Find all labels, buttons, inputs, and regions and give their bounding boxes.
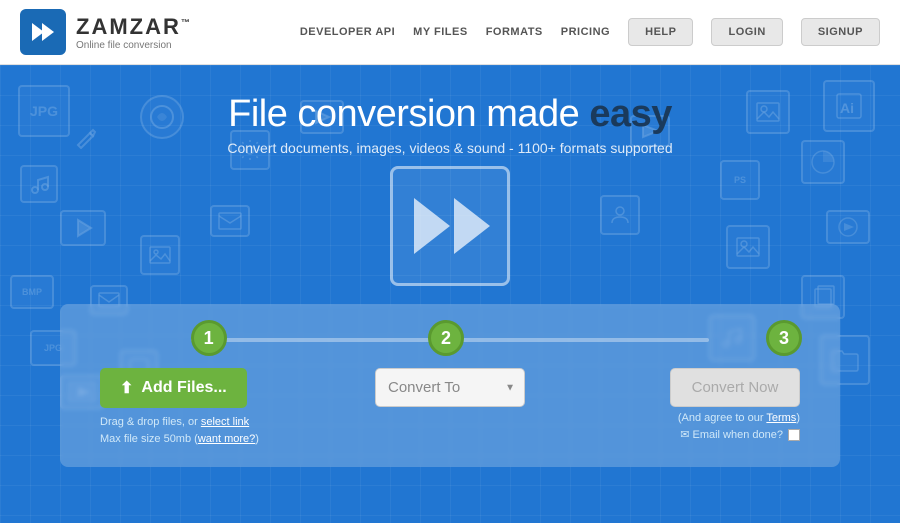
email-note: ✉ Email when done? — [680, 428, 800, 441]
logo-area: ZAMZAR™ Online file conversion — [20, 9, 192, 55]
login-button[interactable]: LOGIN — [711, 18, 782, 46]
header: ZAMZAR™ Online file conversion DEVELOPER… — [0, 0, 900, 65]
nav-my-files[interactable]: MY FILES — [413, 26, 468, 38]
center-logo-icon — [390, 166, 510, 286]
convert-now-button[interactable]: Convert Now — [670, 368, 800, 407]
convert-to-wrapper: Convert To — [375, 368, 525, 407]
upload-icon: ⬆ — [120, 378, 133, 398]
step-widget: 1 2 3 ⬆ Add Files... — [60, 304, 840, 467]
step-col-1: ⬆ Add Files... Drag & drop files, or sel… — [90, 368, 333, 447]
select-link[interactable]: select link — [201, 416, 249, 428]
logo-text-area: ZAMZAR™ Online file conversion — [76, 14, 192, 51]
step-circle-1: 1 — [191, 320, 227, 356]
nav-developer-api[interactable]: DEVELOPER API — [300, 26, 395, 38]
email-checkbox[interactable] — [788, 429, 800, 441]
logo-tagline: Online file conversion — [76, 40, 192, 51]
nav-pricing[interactable]: PRICING — [561, 26, 610, 38]
ff-triangle-2 — [454, 198, 490, 254]
steps-content: ⬆ Add Files... Drag & drop files, or sel… — [90, 368, 810, 447]
logo-name: ZAMZAR™ — [76, 14, 192, 40]
main-area: JPG BMP JPG Ai — [0, 65, 900, 523]
steps-header-row: 1 2 3 — [90, 320, 810, 356]
fast-forward-icon — [410, 198, 490, 254]
convert-to-select[interactable]: Convert To — [375, 368, 525, 407]
terms-link[interactable]: Terms — [766, 412, 796, 424]
step-col-2: Convert To — [333, 368, 566, 407]
ff-triangle-1 — [414, 198, 450, 254]
hero-title: File conversion made easy — [0, 93, 900, 136]
logo-icon — [20, 9, 66, 55]
nav-area: DEVELOPER API MY FILES FORMATS PRICING H… — [300, 18, 880, 46]
step-circle-3: 3 — [766, 320, 802, 356]
step-circle-2: 2 — [428, 320, 464, 356]
add-files-button[interactable]: ⬆ Add Files... — [100, 368, 247, 408]
want-more-link[interactable]: want more? — [198, 433, 255, 445]
terms-note: (And agree to our Terms) — [678, 412, 800, 424]
center-icon-box — [390, 166, 510, 286]
hero-subtitle: Convert documents, images, videos & soun… — [0, 140, 900, 156]
step1-note: Drag & drop files, or select link Max fi… — [100, 414, 259, 447]
nav-formats[interactable]: FORMATS — [486, 26, 543, 38]
signup-button[interactable]: SIGNUP — [801, 18, 880, 46]
hero-section: File conversion made easy Convert docume… — [0, 65, 900, 286]
step-col-3: Convert Now (And agree to our Terms) ✉ E… — [567, 368, 810, 441]
help-button[interactable]: HELP — [628, 18, 693, 46]
